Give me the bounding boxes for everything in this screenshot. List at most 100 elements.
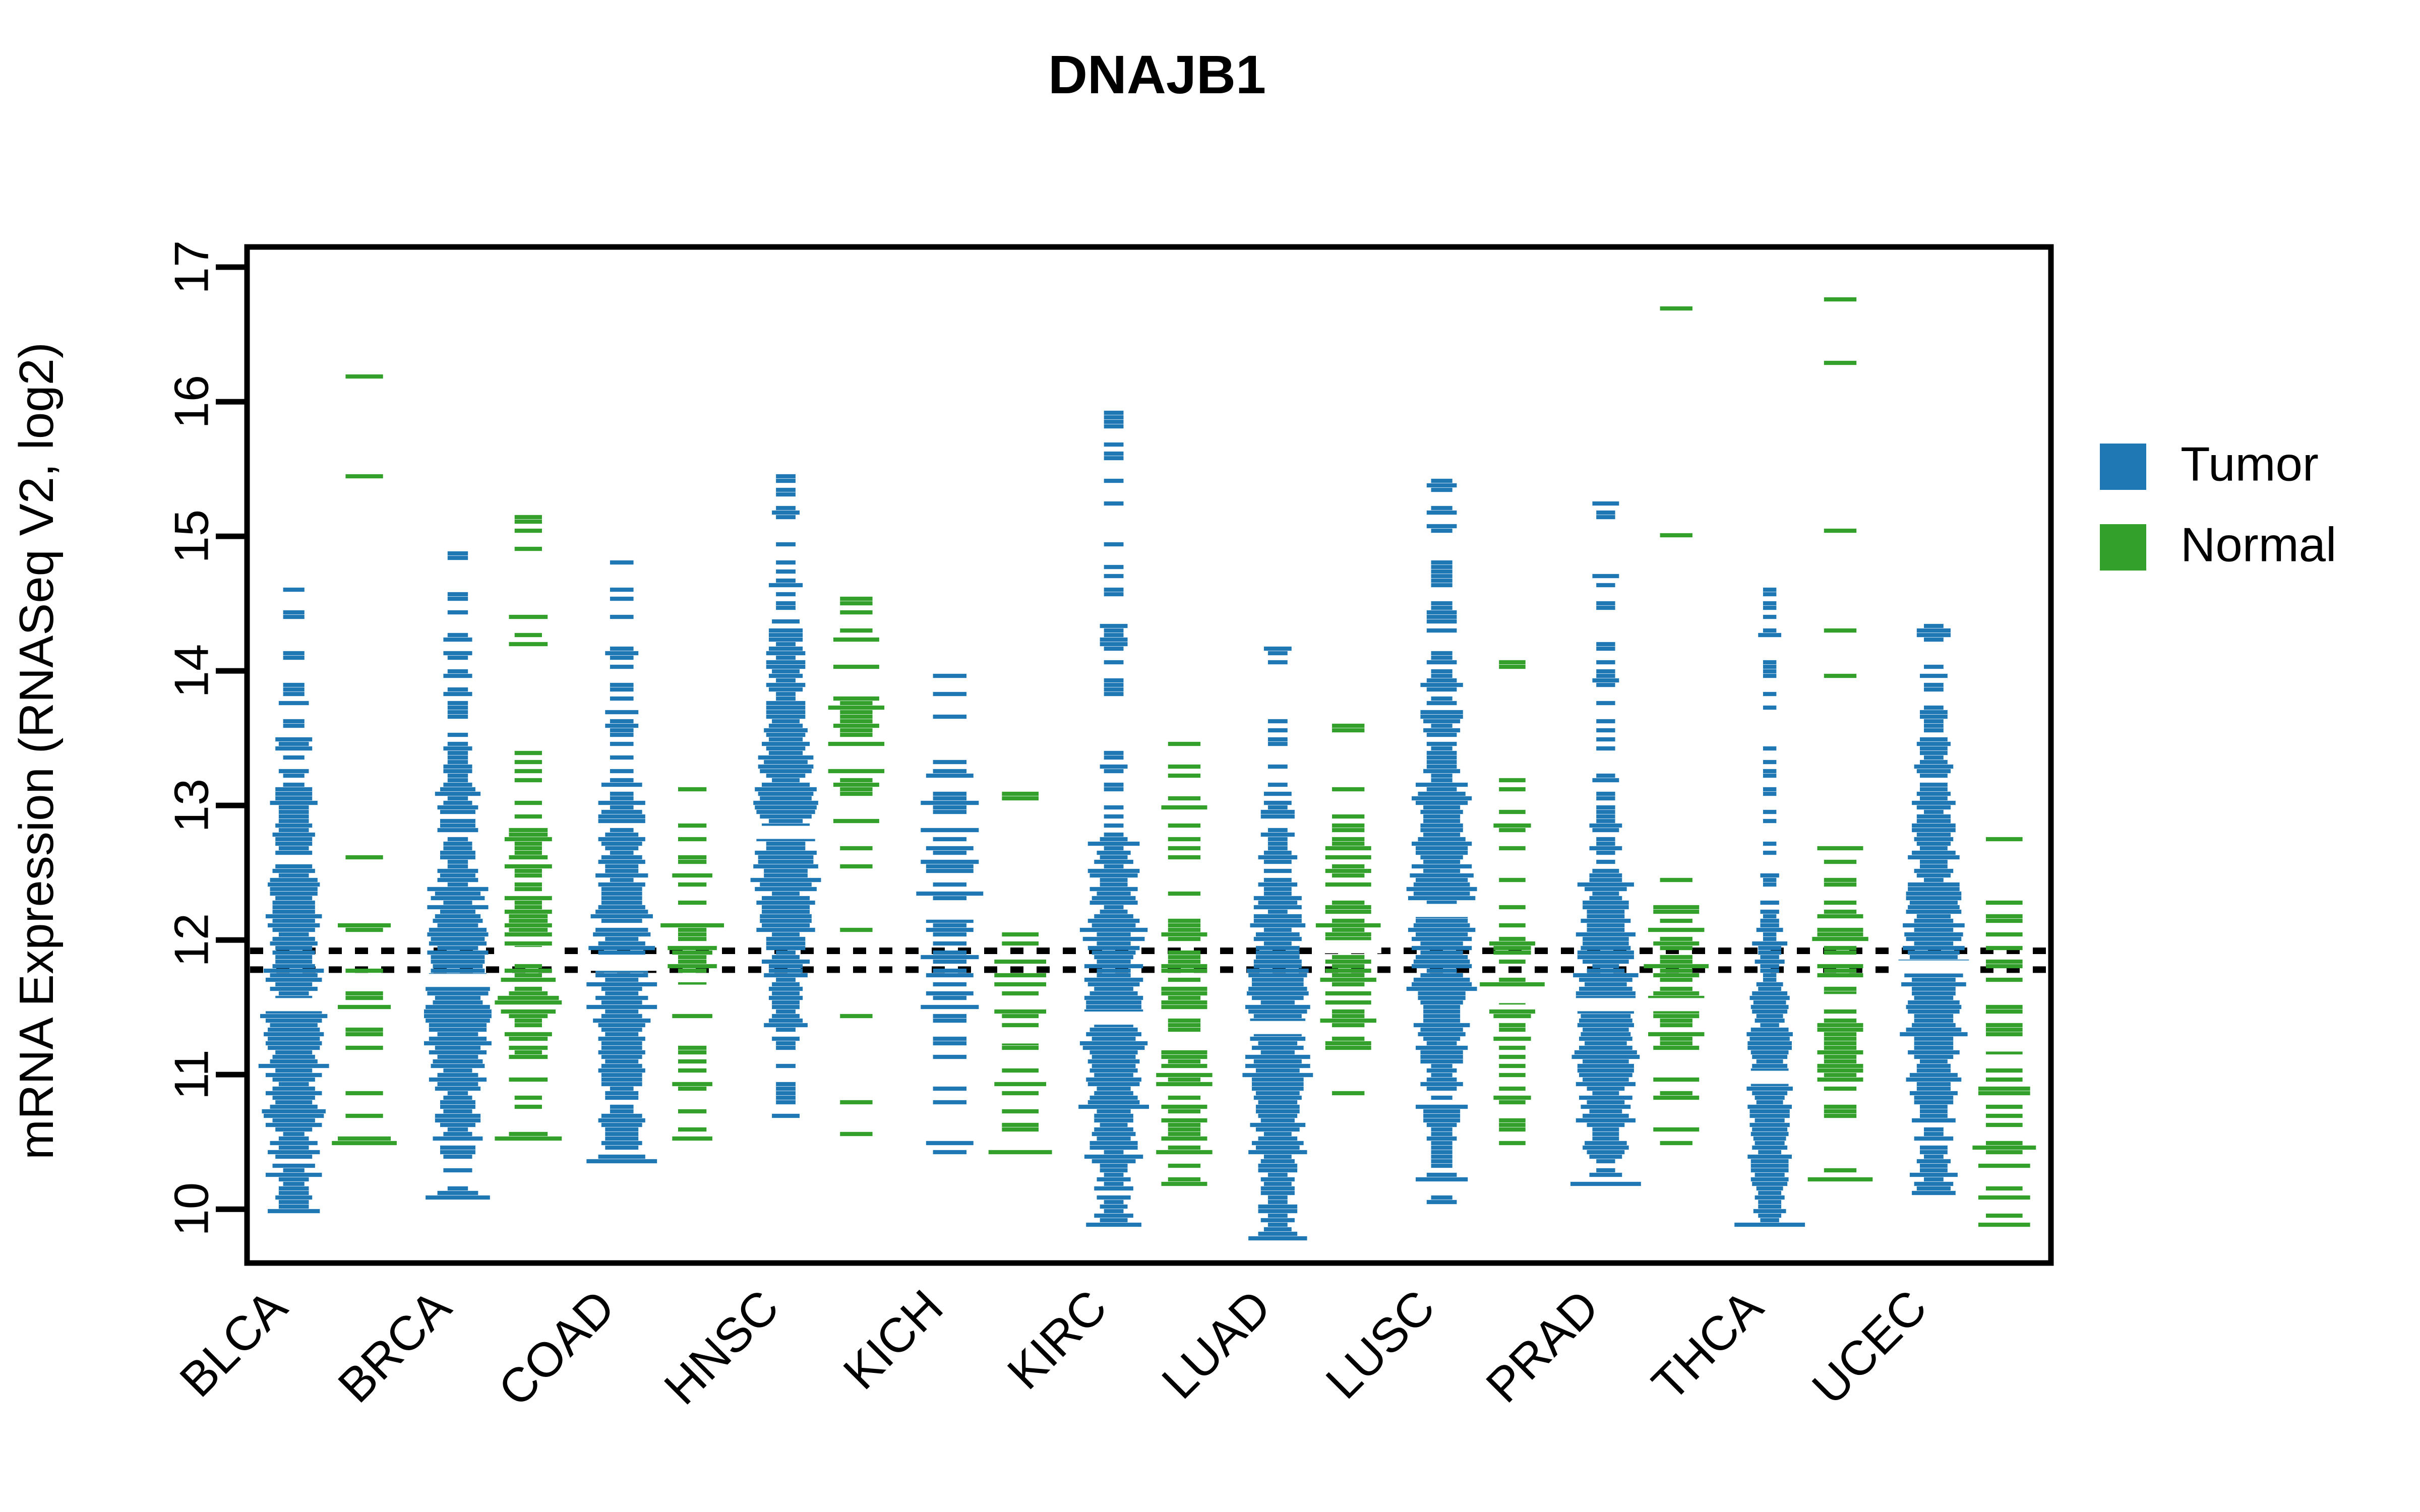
data-point-row xyxy=(283,651,305,656)
data-point-row xyxy=(345,1027,383,1032)
data-point-row xyxy=(586,1004,657,1010)
data-point-row xyxy=(504,1032,552,1037)
data-point-row xyxy=(1587,1122,1625,1127)
data-point-row xyxy=(1489,941,1535,946)
data-point-row xyxy=(1916,633,1951,638)
data-point-row xyxy=(1320,1018,1376,1023)
data-point-row xyxy=(1592,891,1619,896)
data-point-row xyxy=(338,1136,391,1141)
data-point-row xyxy=(275,737,313,742)
data-point-row xyxy=(1760,1023,1779,1028)
data-point-row xyxy=(345,855,383,860)
data-point-row xyxy=(1090,1141,1138,1146)
data-point-row xyxy=(275,1127,313,1132)
data-point-row xyxy=(766,841,806,846)
data-point-row xyxy=(1596,719,1615,724)
data-point-row xyxy=(768,633,803,638)
data-point-row xyxy=(1916,873,1951,878)
data-point-row xyxy=(1499,1023,1526,1028)
data-point-row xyxy=(1097,1086,1131,1091)
data-point-row xyxy=(1824,1018,1857,1023)
data-point-row xyxy=(435,1118,481,1123)
data-point-row xyxy=(509,1054,548,1059)
data-point-row xyxy=(933,1036,967,1041)
data-point-row xyxy=(1104,646,1124,651)
data-point-row xyxy=(1161,1181,1207,1186)
data-point-row xyxy=(1161,1004,1207,1010)
data-point-row xyxy=(833,782,879,787)
data-point-row xyxy=(605,1127,639,1132)
legend-item-tumor[interactable]: Tumor xyxy=(2100,437,2319,491)
data-point-row xyxy=(1408,896,1476,901)
legend-swatch-normal xyxy=(2100,524,2146,571)
data-point-row xyxy=(1587,1086,1625,1091)
data-point-row xyxy=(1916,805,1951,810)
data-point-row xyxy=(1415,850,1468,855)
data-point-row xyxy=(427,991,489,996)
data-point-row xyxy=(1250,923,1306,928)
data-point-row xyxy=(605,1131,639,1137)
data-point-row xyxy=(504,896,552,901)
median-gap xyxy=(331,1014,398,1028)
data-point-row xyxy=(272,1077,315,1082)
data-point-row xyxy=(1002,1127,1039,1132)
data-point-row xyxy=(678,955,707,960)
data-point-row xyxy=(447,551,468,556)
legend-item-normal[interactable]: Normal xyxy=(2100,518,2336,572)
data-point-row xyxy=(840,864,873,869)
data-point-row xyxy=(447,633,468,638)
data-point-row xyxy=(1156,1082,1213,1087)
data-point-row xyxy=(1411,946,1472,951)
data-point-row xyxy=(443,746,472,751)
data-point-row xyxy=(598,905,645,910)
data-point-row xyxy=(1420,1059,1463,1064)
data-point-row xyxy=(1499,1045,1526,1050)
median-gap xyxy=(988,1030,1053,1044)
data-point-row xyxy=(1168,1077,1201,1082)
data-point-row xyxy=(332,1141,397,1146)
data-point-row xyxy=(1086,1077,1141,1082)
data-point-row xyxy=(1332,1014,1365,1019)
data-point-row xyxy=(1916,814,1951,819)
data-point-row xyxy=(1596,510,1615,515)
data-point-row xyxy=(1332,873,1365,878)
data-point-row xyxy=(1916,832,1951,837)
data-point-row xyxy=(1985,1004,2023,1010)
data-point-row xyxy=(1431,1163,1453,1168)
data-point-row xyxy=(1924,723,1944,728)
data-point-row xyxy=(1426,741,1457,746)
data-point-row xyxy=(1978,1086,2030,1091)
data-point-row xyxy=(1423,1014,1461,1019)
data-point-row xyxy=(1985,1032,2023,1037)
data-point-row xyxy=(270,941,318,946)
data-point-row xyxy=(509,855,548,860)
data-point-row xyxy=(762,896,810,901)
data-point-row xyxy=(1104,691,1124,697)
data-point-row xyxy=(1596,646,1615,651)
data-point-row xyxy=(988,1150,1052,1155)
data-point-row xyxy=(1763,628,1777,633)
data-point-row xyxy=(610,741,634,746)
data-point-row xyxy=(278,846,309,851)
data-point-row xyxy=(1267,909,1288,914)
data-point-row xyxy=(1426,1136,1457,1141)
data-point-row xyxy=(278,1177,309,1182)
data-point-row xyxy=(1420,855,1463,860)
data-point-row xyxy=(758,755,814,760)
data-point-row xyxy=(772,669,800,674)
data-point-row xyxy=(447,687,468,692)
data-point-row xyxy=(278,1204,309,1209)
data-point-row xyxy=(1263,850,1292,855)
data-point-row xyxy=(1660,1023,1692,1028)
data-point-row xyxy=(1760,918,1779,923)
data-point-row xyxy=(447,755,468,760)
data-point-row xyxy=(440,909,475,914)
data-point-row xyxy=(514,868,542,873)
data-point-row xyxy=(776,601,796,606)
data-point-row xyxy=(1919,1104,1948,1109)
data-point-row xyxy=(1418,995,1466,1000)
data-point-row xyxy=(1431,560,1453,565)
data-point-row xyxy=(275,946,313,951)
data-point-row xyxy=(1919,1150,1948,1155)
data-point-row xyxy=(1258,1041,1298,1046)
